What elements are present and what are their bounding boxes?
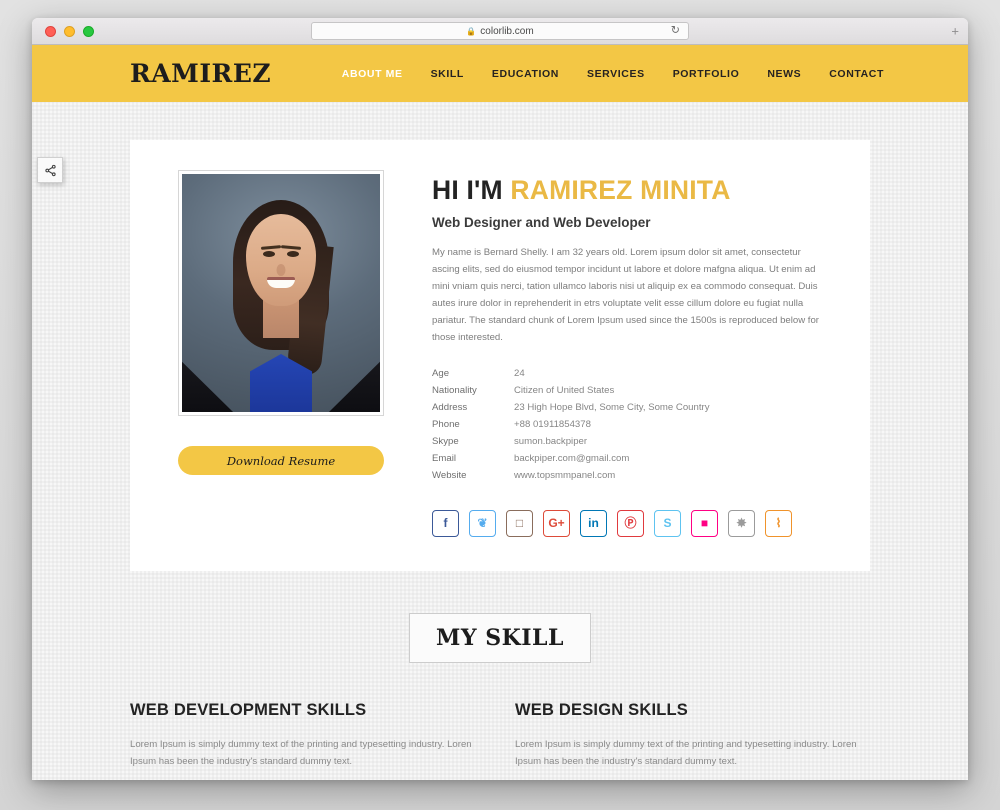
nav-item-services[interactable]: SERVICES	[587, 68, 645, 80]
close-window-button[interactable]	[45, 25, 56, 37]
skills-columns: WEB DEVELOPMENT SKILLS Lorem Ipsum is si…	[32, 701, 968, 780]
skills-heading-wrap: MY SKILL	[32, 612, 968, 663]
detail-label: Skype	[432, 435, 459, 447]
dribbble-icon[interactable]: ✸	[728, 509, 755, 537]
detail-value: Citizen of United States	[514, 384, 615, 396]
about-card: Download Resume HI I'M RAMIREZ MINITA We…	[130, 140, 870, 571]
nav-item-education[interactable]: EDUCATION	[492, 68, 559, 80]
detail-label: Nationality	[432, 384, 477, 396]
facebook-icon[interactable]: f	[432, 509, 459, 537]
browser-window: 🔒 colorlib.com ↻ + RAMIREZ ABOUT ME SKIL…	[32, 18, 968, 780]
download-resume-button[interactable]: Download Resume	[178, 446, 384, 475]
portrait-eye-right	[287, 251, 300, 258]
nav-item-contact[interactable]: CONTACT	[829, 68, 884, 80]
detail-row-age: Age 24	[432, 365, 830, 382]
skype-icon[interactable]: S	[654, 509, 681, 537]
page-title: HI I'M RAMIREZ MINITA	[432, 175, 830, 205]
about-section: Download Resume HI I'M RAMIREZ MINITA We…	[32, 102, 968, 571]
detail-value: backpiper.com@gmail.com	[514, 452, 630, 464]
browser-titlebar: 🔒 colorlib.com ↻ +	[32, 18, 968, 45]
detail-value: +88 01911854378	[514, 418, 591, 430]
detail-row-website: Website www.topsmmpanel.com	[432, 467, 830, 484]
about-info-column: HI I'M RAMIREZ MINITA Web Designer and W…	[432, 170, 830, 537]
detail-label: Age	[432, 367, 450, 379]
share-nodes-icon[interactable]	[37, 157, 63, 183]
main-navigation: ABOUT ME SKILL EDUCATION SERVICES PORTFO…	[342, 68, 936, 80]
skill-column-web-design: WEB DESIGN SKILLS Lorem Ipsum is simply …	[515, 701, 870, 780]
detail-value: 23 High Hope Blvd, Some City, Some Count…	[514, 401, 710, 413]
greeting-text: HI I'M	[432, 175, 503, 205]
maximize-window-button[interactable]	[83, 25, 94, 37]
lock-icon: 🔒	[466, 26, 477, 36]
profile-photo-column: Download Resume	[178, 170, 384, 537]
twitter-icon[interactable]: ❦	[469, 509, 496, 537]
nav-item-skill[interactable]: SKILL	[431, 68, 464, 80]
detail-label: Address	[432, 401, 468, 413]
portrait-eye-left	[262, 251, 275, 258]
window-controls	[45, 25, 94, 37]
share-nodes-glyph	[44, 164, 56, 176]
social-links: f ❦ □ G+ in Ⓟ S ■ ✸ ⌇	[432, 509, 830, 537]
portrait-photo	[182, 174, 380, 412]
detail-row-skype: Skype sumon.backpiper	[432, 433, 830, 450]
portrait-face	[246, 214, 316, 307]
skill-column-intro: Lorem Ipsum is simply dummy text of the …	[130, 738, 472, 768]
portrait-mouth	[267, 277, 295, 288]
portrait-nose	[276, 264, 286, 277]
detail-value: sumon.backpiper	[514, 435, 588, 447]
skill-column-title: WEB DEVELOPMENT SKILLS	[130, 700, 367, 719]
skill-column-intro: Lorem Ipsum is simply dummy text of the …	[515, 738, 857, 768]
profile-details-table: Age 24 Nationality Citizen of United Sta…	[432, 365, 830, 484]
detail-label: Website	[432, 469, 467, 481]
instagram-icon[interactable]: □	[506, 509, 533, 537]
address-bar[interactable]: 🔒 colorlib.com ↻	[311, 22, 689, 40]
linkedin-icon[interactable]: in	[580, 509, 607, 537]
detail-row-address: Address 23 High Hope Blvd, Some City, So…	[432, 399, 830, 416]
detail-value: www.topsmmpanel.com	[514, 469, 616, 481]
nav-item-portfolio[interactable]: PORTFOLIO	[673, 68, 740, 80]
detail-label: Email	[432, 452, 456, 464]
detail-label: Phone	[432, 418, 460, 430]
profile-name: RAMIREZ MINITA	[510, 175, 731, 205]
url-text: colorlib.com	[480, 25, 534, 37]
skill-column-web-development: WEB DEVELOPMENT SKILLS Lorem Ipsum is si…	[130, 701, 485, 780]
profile-bio: My name is Bernard Shelly. I am 32 years…	[432, 247, 819, 344]
site-header: RAMIREZ ABOUT ME SKILL EDUCATION SERVICE…	[32, 45, 968, 102]
rss-icon[interactable]: ⌇	[765, 509, 792, 537]
skill-column-title: WEB DESIGN SKILLS	[515, 700, 688, 719]
detail-value: 24	[514, 367, 525, 379]
site-logo[interactable]: RAMIREZ	[130, 59, 271, 88]
detail-row-phone: Phone +88 01911854378	[432, 416, 830, 433]
avatar	[178, 170, 384, 416]
page-viewport: RAMIREZ ABOUT ME SKILL EDUCATION SERVICE…	[32, 45, 968, 780]
detail-row-email: Email backpiper.com@gmail.com	[432, 450, 830, 467]
new-tab-icon[interactable]: +	[951, 25, 959, 38]
portrait-brow-right	[281, 244, 302, 250]
nav-item-about-me[interactable]: ABOUT ME	[342, 68, 403, 80]
detail-row-nationality: Nationality Citizen of United States	[432, 382, 830, 399]
flickr-icon[interactable]: ■	[691, 509, 718, 537]
reload-icon[interactable]: ↻	[671, 25, 680, 37]
pinterest-icon[interactable]: Ⓟ	[617, 509, 644, 537]
google-plus-icon[interactable]: G+	[543, 509, 570, 537]
profile-role: Web Designer and Web Developer	[432, 215, 651, 231]
skills-heading: MY SKILL	[409, 612, 591, 663]
portrait-brow-left	[260, 244, 281, 250]
nav-item-news[interactable]: NEWS	[767, 68, 801, 80]
minimize-window-button[interactable]	[64, 25, 75, 37]
